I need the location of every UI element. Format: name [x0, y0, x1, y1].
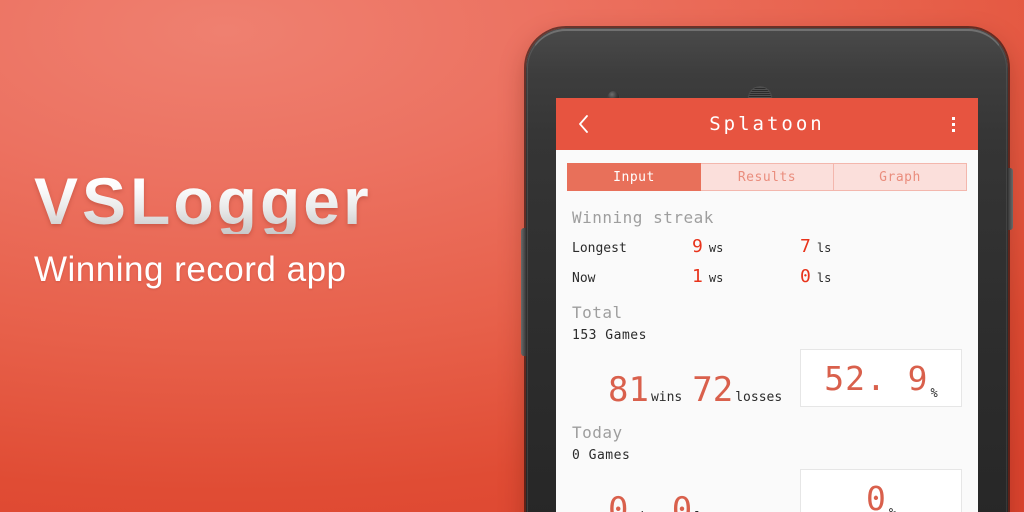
streak-row-now: Now 1 ws 0 ls [572, 266, 962, 287]
total-win-rate-box: 52. 9 % [800, 349, 962, 407]
today-win-rate-unit: % [889, 506, 896, 512]
promo-banner: VSLogger Winning record app Splatoon Inp… [0, 0, 1024, 512]
streak-label-longest: Longest [572, 241, 627, 256]
screen-content: Winning streak Longest 9 ws 7 ls Now 1 w… [556, 208, 978, 512]
app-bar: Splatoon [556, 98, 978, 150]
total-win-rate-unit: % [930, 386, 938, 400]
phone-volume-button[interactable] [521, 228, 527, 356]
tab-results[interactable]: Results [701, 163, 834, 191]
tab-bar: Input Results Graph [567, 163, 967, 191]
page-title: Splatoon [709, 113, 825, 135]
streak-longest-wins-unit: ws [708, 241, 724, 255]
phone-power-button[interactable] [1007, 168, 1013, 230]
app-tagline: Winning record app [34, 250, 347, 289]
app-name-vs: VS [34, 164, 131, 238]
streak-now-wins-value: 1 [692, 266, 703, 287]
streak-now-losses-unit: ls [816, 271, 832, 285]
overflow-dot [951, 128, 955, 132]
streak-longest-wins-value: 9 [692, 236, 703, 257]
streak-longest-losses: 7 ls [800, 236, 908, 257]
overflow-menu-icon[interactable] [942, 111, 964, 137]
today-heading: Today [572, 423, 623, 442]
today-losses-value: 0 [671, 490, 693, 512]
total-win-rate-value: 52. 9 [824, 358, 929, 398]
total-stat-row: 81 wins 72 losses 52. 9 % [572, 349, 962, 407]
today-stat-row: 0 wins 0 losses 0 % [572, 469, 962, 512]
today-win-rate-box: 0 % [800, 469, 962, 512]
app-name-title: VSLogger [34, 168, 504, 234]
promo-text-block: VSLogger Winning record app [34, 168, 504, 290]
overflow-dot [951, 116, 955, 120]
streak-label-now: Now [572, 271, 596, 286]
total-heading: Total [572, 303, 623, 322]
today-win-rate-value: 0 [865, 478, 887, 512]
streak-longest-losses-value: 7 [800, 236, 811, 257]
streak-longest-losses-unit: ls [816, 241, 832, 255]
tab-input[interactable]: Input [567, 163, 701, 191]
phone-mockup: Splatoon Input Results Graph Winning str… [521, 28, 1013, 512]
today-win-loss-group: 0 wins 0 losses [572, 493, 751, 512]
streak-now-wins: 1 ws [692, 266, 800, 287]
total-games-count: 153 Games [572, 328, 647, 343]
tab-graph[interactable]: Graph [834, 163, 967, 191]
total-wins-unit: wins [650, 390, 683, 405]
today-games-count: 0 Games [572, 448, 631, 463]
winning-streak-heading: Winning streak [572, 208, 714, 227]
back-chevron-icon[interactable] [570, 111, 596, 137]
total-losses-value: 72 [692, 370, 734, 410]
streak-longest-wins: 9 ws [692, 236, 800, 257]
today-wins-value: 0 [608, 490, 629, 512]
streak-now-wins-unit: ws [708, 271, 724, 285]
overflow-dot [951, 122, 955, 126]
total-wins-value: 81 [608, 370, 649, 410]
streak-row-longest: Longest 9 ws 7 ls [572, 236, 962, 257]
app-name-logger: Logger [130, 164, 372, 238]
streak-now-losses-value: 0 [800, 266, 811, 287]
phone-screen: Splatoon Input Results Graph Winning str… [556, 98, 978, 512]
total-losses-unit: losses [735, 390, 783, 405]
streak-now-losses: 0 ls [800, 266, 908, 287]
total-win-loss-group: 81 wins 72 losses [572, 373, 792, 407]
